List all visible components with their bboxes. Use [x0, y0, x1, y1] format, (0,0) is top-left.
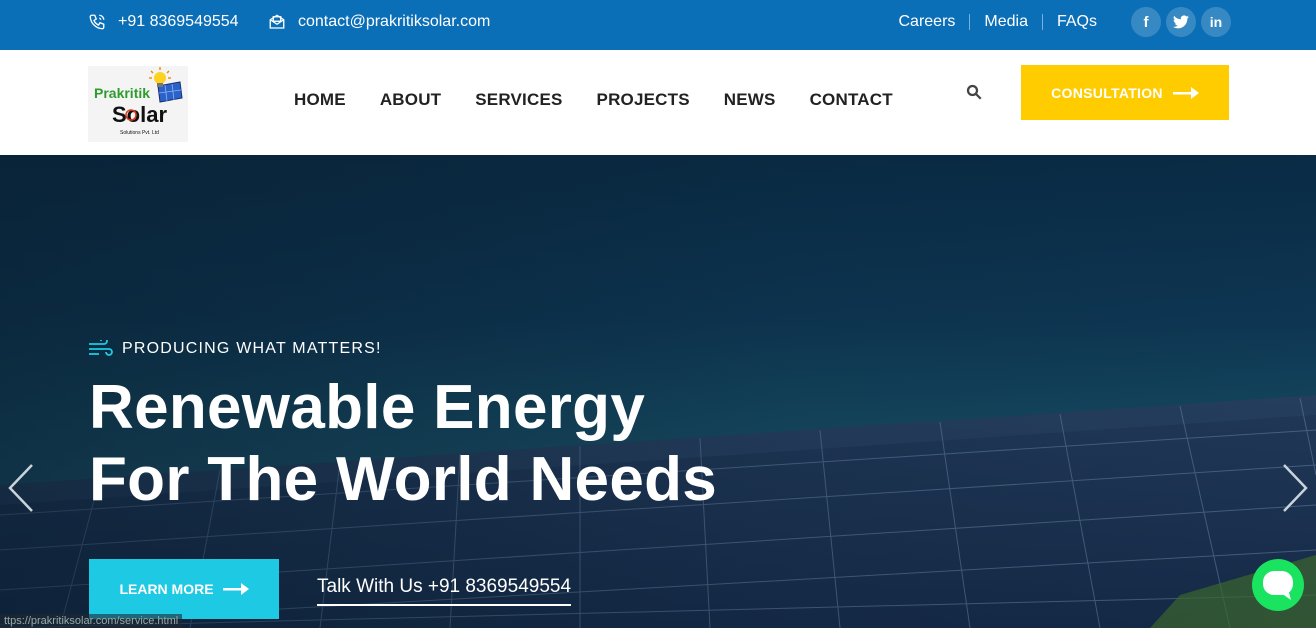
- envelope-icon: [269, 14, 285, 29]
- headline-line-2: For The World Needs: [89, 445, 718, 514]
- status-bar-url: ttps://prakritiksolar.com/service.html: [0, 614, 183, 628]
- hero-slider: PRODUCING WHAT MATTERS! Renewable Energy…: [0, 155, 1316, 628]
- tagline-text: PRODUCING WHAT MATTERS!: [122, 340, 382, 357]
- learn-more-button[interactable]: LEARN MORE: [89, 559, 279, 619]
- divider: [1041, 14, 1043, 30]
- faqs-link[interactable]: FAQs: [1057, 13, 1097, 31]
- top-bar: +91 8369549554 contact@prakritiksolar.co…: [0, 0, 1316, 50]
- wind-icon: [89, 340, 113, 356]
- hero-headline: Renewable Energy For The World Needs: [89, 372, 717, 516]
- facebook-icon[interactable]: f: [1131, 7, 1161, 37]
- main-header: Prakritik Solar Solutions Pvt. Ltd HOME …: [0, 50, 1316, 155]
- chat-icon[interactable]: [1252, 559, 1304, 611]
- social-links: f in: [1131, 7, 1231, 37]
- email-address: contact@prakritiksolar.com: [298, 13, 491, 30]
- consultation-button[interactable]: CONSULTATION: [1021, 65, 1229, 120]
- phone-number: +91 8369549554: [118, 13, 239, 30]
- nav-contact[interactable]: CONTACT: [810, 90, 893, 110]
- search-icon[interactable]: [965, 83, 983, 106]
- learn-more-label: LEARN MORE: [119, 581, 214, 597]
- nav-projects[interactable]: PROJECTS: [597, 90, 690, 110]
- linkedin-icon[interactable]: in: [1201, 7, 1231, 37]
- arrow-right-icon: [222, 583, 249, 595]
- svg-text:Solutions Pvt. Ltd: Solutions Pvt. Ltd: [120, 130, 159, 136]
- arrow-right-icon: [1172, 86, 1199, 99]
- careers-link[interactable]: Careers: [899, 13, 956, 31]
- slider-next-icon[interactable]: [1280, 463, 1310, 518]
- hero-tagline: PRODUCING WHAT MATTERS!: [89, 340, 382, 358]
- svg-text:Prakritik: Prakritik: [94, 85, 150, 101]
- consultation-label: CONSULTATION: [1051, 84, 1163, 101]
- nav-home[interactable]: HOME: [294, 90, 346, 110]
- headline-line-1: Renewable Energy: [89, 373, 646, 442]
- email-contact[interactable]: contact@prakritiksolar.com: [268, 0, 490, 44]
- twitter-icon[interactable]: [1166, 7, 1196, 37]
- top-links: Careers Media FAQs: [899, 0, 1097, 44]
- svg-text:Solar: Solar: [112, 102, 167, 127]
- divider: [969, 14, 971, 30]
- media-link[interactable]: Media: [984, 13, 1028, 31]
- nav-services[interactable]: SERVICES: [475, 90, 562, 110]
- phone-icon: [89, 14, 105, 30]
- nav-about[interactable]: ABOUT: [380, 90, 441, 110]
- slider-prev-icon[interactable]: [6, 463, 36, 518]
- talk-with-us-link[interactable]: Talk With Us +91 8369549554: [317, 576, 572, 606]
- main-nav: HOME ABOUT SERVICES PROJECTS NEWS CONTAC…: [294, 50, 893, 150]
- phone-contact[interactable]: +91 8369549554: [88, 0, 239, 44]
- company-logo[interactable]: Prakritik Solar Solutions Pvt. Ltd: [88, 66, 188, 142]
- nav-news[interactable]: NEWS: [724, 90, 776, 110]
